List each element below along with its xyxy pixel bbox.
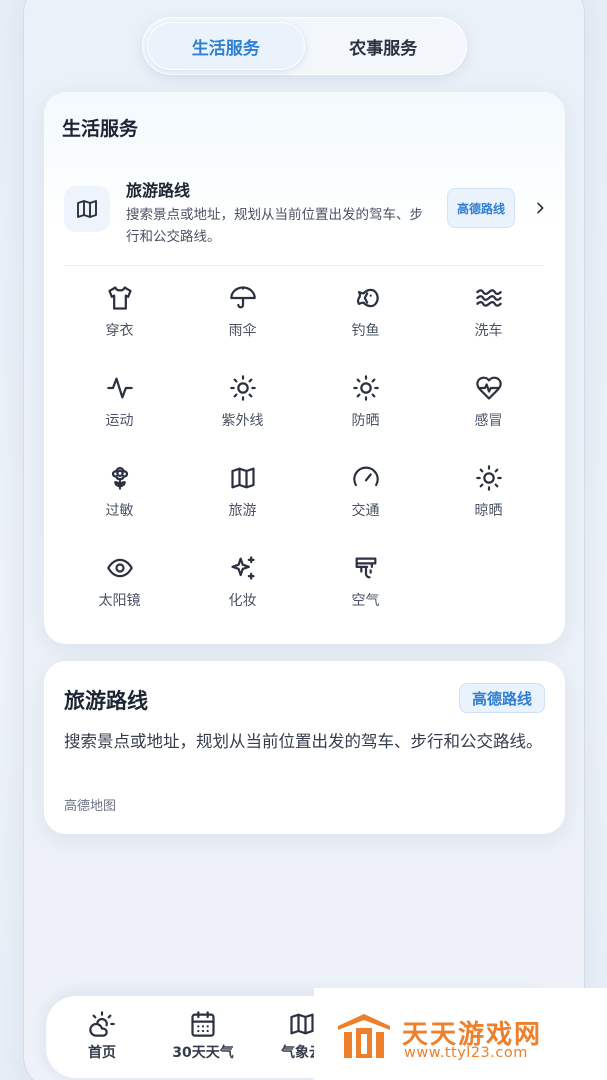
service-item-label: 感冒 xyxy=(474,413,503,429)
service-type-switch: 生活服务 农事服务 xyxy=(142,17,467,75)
service-item-uv[interactable]: 紫外线 xyxy=(181,374,304,444)
service-item-label: 洗车 xyxy=(474,323,503,339)
shirt-icon xyxy=(107,286,132,310)
sun-icon xyxy=(352,375,379,401)
amap-route-badge[interactable]: 高德路线 xyxy=(447,188,515,228)
watermark: 天天游戏网 www.ttyl23.com xyxy=(314,988,607,1080)
service-item-label: 太阳镜 xyxy=(98,593,141,609)
sun-icon xyxy=(229,375,256,401)
detail-title: 旅游路线 xyxy=(64,689,148,713)
card-title: 生活服务 xyxy=(62,118,139,140)
featured-icon-box xyxy=(64,186,110,232)
map-icon xyxy=(290,1013,314,1035)
service-item-car-wash[interactable]: 洗车 xyxy=(427,284,550,354)
service-item-label: 旅游 xyxy=(228,503,257,519)
service-item-cold[interactable]: 感冒 xyxy=(427,374,550,444)
service-item-label: 雨伞 xyxy=(228,323,257,339)
service-item-label: 防晒 xyxy=(351,413,380,429)
waves-icon xyxy=(475,289,502,307)
tab-label: 首页 xyxy=(88,1045,116,1061)
activity-icon xyxy=(106,377,133,399)
watermark-url: www.ttyl23.com xyxy=(404,1045,528,1061)
sun-icon xyxy=(475,465,502,491)
tab-life-services[interactable]: 生活服务 xyxy=(147,22,305,70)
service-item-label: 过敏 xyxy=(105,503,134,519)
service-item-allergy[interactable]: 过敏 xyxy=(58,464,181,534)
service-item-makeup[interactable]: 化妆 xyxy=(181,554,304,624)
flower-icon xyxy=(111,466,128,490)
detail-description: 搜索景点或地址，规划从当前位置出发的驾车、步行和公交路线。 xyxy=(64,732,543,751)
gauge-icon xyxy=(352,466,379,487)
service-item-traffic[interactable]: 交通 xyxy=(304,464,427,534)
tab-farm-services[interactable]: 农事服务 xyxy=(305,22,463,70)
heart-pulse-icon xyxy=(475,376,502,400)
service-item-label: 紫外线 xyxy=(221,413,264,429)
service-item-sports[interactable]: 运动 xyxy=(58,374,181,444)
service-item-label: 化妆 xyxy=(228,593,257,609)
life-services-card: 生活服务 旅游路线 搜索景点或地址，规划从当前位置出发的驾车、步行和公交路线。 … xyxy=(44,92,565,644)
divider xyxy=(64,265,544,266)
cloud-sun-icon xyxy=(89,1011,115,1037)
map-icon xyxy=(230,467,255,489)
featured-title: 旅游路线 xyxy=(126,181,191,200)
service-item-drying[interactable]: 晾晒 xyxy=(427,464,550,534)
sparkles-icon xyxy=(230,556,255,580)
service-item-label: 交通 xyxy=(351,503,380,519)
air-icon xyxy=(355,557,376,579)
service-item-sunscreen[interactable]: 防晒 xyxy=(304,374,427,444)
service-item-label: 运动 xyxy=(105,413,134,429)
featured-travel-route[interactable]: 旅游路线 搜索景点或地址，规划从当前位置出发的驾车、步行和公交路线。 高德路线 xyxy=(64,180,546,268)
map-icon xyxy=(77,200,97,218)
calendar-icon xyxy=(191,1011,215,1037)
service-item-clothing[interactable]: 穿衣 xyxy=(58,284,181,354)
service-item-label: 空气 xyxy=(351,593,380,609)
chevron-right-icon[interactable] xyxy=(528,196,552,220)
featured-description: 搜索景点或地址，规划从当前位置出发的驾车、步行和公交路线。 xyxy=(126,207,423,245)
eye-icon xyxy=(106,558,133,578)
detail-source: 高德地图 xyxy=(64,799,117,814)
watermark-logo-icon xyxy=(338,1014,390,1058)
service-item-umbrella[interactable]: 雨伞 xyxy=(181,284,304,354)
service-item-label: 钓鱼 xyxy=(351,323,380,339)
service-item-fishing[interactable]: 钓鱼 xyxy=(304,284,427,354)
service-item-travel[interactable]: 旅游 xyxy=(181,464,304,534)
tab-30-day-weather[interactable]: 30天天气 xyxy=(153,1010,253,1062)
service-item-label: 穿衣 xyxy=(105,323,134,339)
tab-label: 30天天气 xyxy=(172,1045,234,1061)
service-item-sunglasses[interactable]: 太阳镜 xyxy=(58,554,181,624)
amap-route-badge[interactable]: 高德路线 xyxy=(459,683,545,713)
umbrella-icon xyxy=(229,286,256,309)
travel-route-detail-card[interactable]: 旅游路线 高德路线 搜索景点或地址，规划从当前位置出发的驾车、步行和公交路线。 … xyxy=(44,661,565,834)
tab-home[interactable]: 首页 xyxy=(52,1010,152,1062)
fish-icon xyxy=(356,288,379,308)
service-item-air[interactable]: 空气 xyxy=(304,554,427,624)
service-item-label: 晾晒 xyxy=(474,503,503,519)
